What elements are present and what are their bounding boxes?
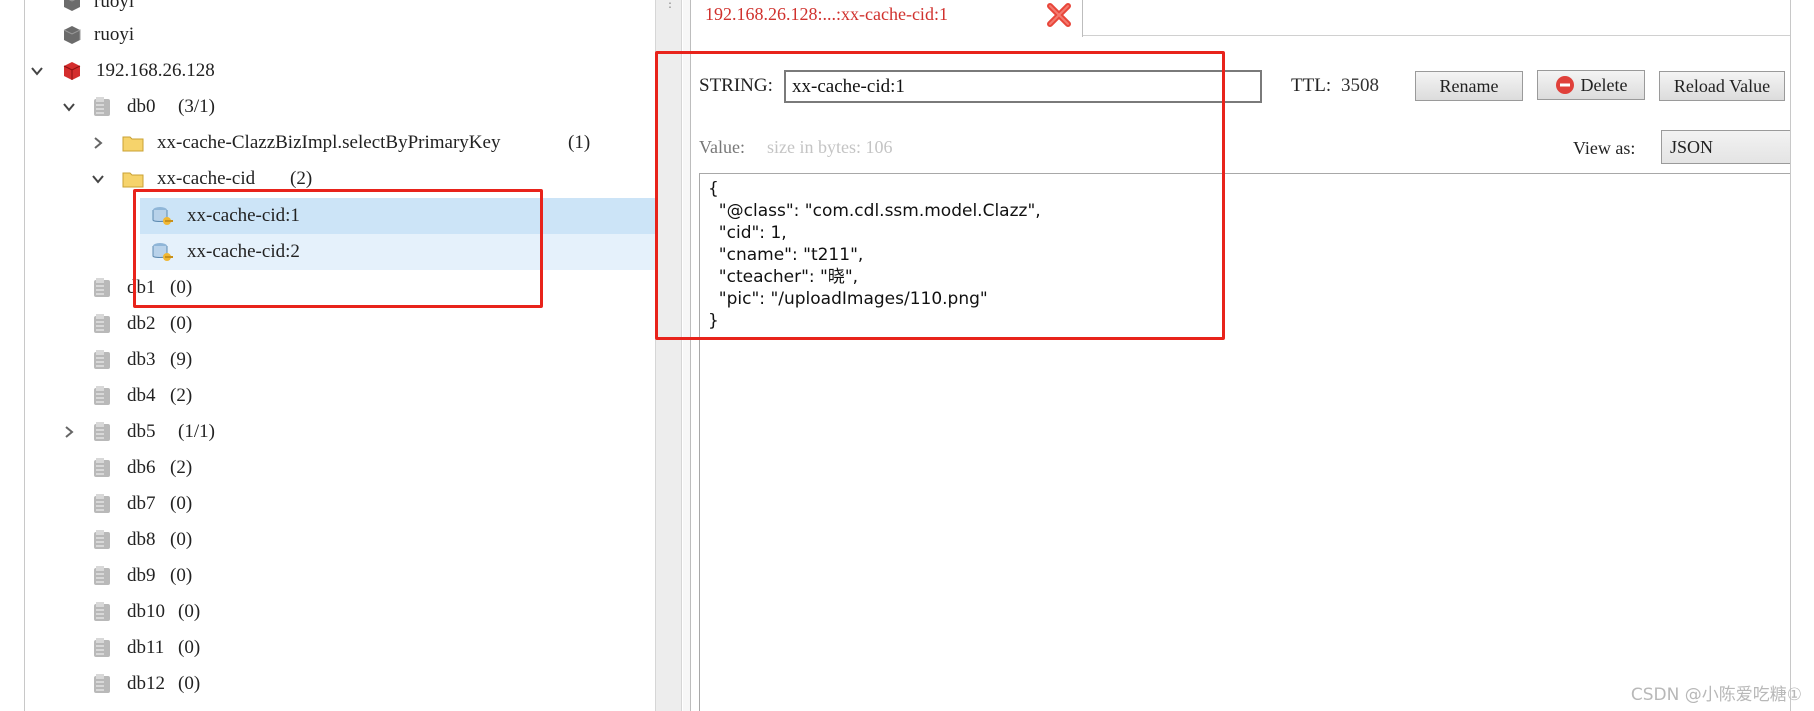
watermark: CSDN @小陈爱吃糖①	[1630, 685, 1802, 705]
database-icon	[94, 278, 110, 297]
server-icon	[63, 26, 81, 44]
tree-item-count: (3/1)	[178, 96, 215, 117]
tree-item-count: (0)	[170, 529, 193, 550]
tree-item-label: db4	[127, 385, 156, 406]
tree-item-label: db5	[127, 421, 156, 442]
delete-icon	[1555, 76, 1574, 94]
chevron-down-icon[interactable]	[60, 98, 78, 116]
right-edge-panel	[1790, 0, 1814, 711]
ttl-value: 3508	[1341, 75, 1379, 96]
tree-item-db9[interactable]: db9 (0)	[0, 558, 655, 594]
tab-title: 192.168.26.128:...:xx-cache-cid:1	[705, 4, 948, 24]
database-icon	[94, 386, 110, 405]
tree-item-count: (0)	[178, 601, 201, 622]
tree-item-count: (0)	[170, 493, 193, 514]
tree-item-server[interactable]: 192.168.26.128	[0, 53, 655, 89]
tree-item-label: db2	[127, 313, 156, 334]
tree-item-label: db6	[127, 457, 156, 478]
tree-item-label: db9	[127, 565, 156, 586]
highlight-box-keys	[133, 189, 543, 308]
tree-item-db10[interactable]: db10 (0)	[0, 594, 655, 630]
tree-item-count: (0)	[170, 565, 193, 586]
rename-button-label: Rename	[1439, 75, 1499, 96]
chevron-down-icon[interactable]	[89, 170, 107, 188]
view-as-value: JSON	[1670, 136, 1714, 157]
tree-item-ruoyi[interactable]: ruoyi	[0, 17, 655, 53]
tree-item-count: (0)	[178, 673, 201, 694]
tree-item-db4[interactable]: db4 (2)	[0, 378, 655, 414]
reload-button-label: Reload Value	[1673, 75, 1771, 96]
database-icon	[94, 97, 110, 116]
chevron-right-icon[interactable]	[89, 134, 107, 152]
tree-item-label: 192.168.26.128	[96, 60, 215, 81]
tree-item-count: (1)	[568, 132, 591, 153]
key-editor: STRING: TTL: 3508 Rename Delete Reload V…	[655, 37, 1801, 711]
tree-item-label: db8	[127, 529, 156, 550]
tree-item-db5[interactable]: db5 (1/1)	[0, 414, 655, 450]
rename-button[interactable]: Rename	[1415, 71, 1523, 101]
tree-item-label: db12	[127, 673, 165, 694]
highlight-box-value	[655, 51, 1225, 340]
database-icon	[94, 674, 110, 693]
database-icon	[94, 458, 110, 477]
tree-item-count: (0)	[178, 637, 201, 658]
tree-item-db11[interactable]: db11 (0)	[0, 630, 655, 666]
close-icon[interactable]	[1045, 1, 1073, 29]
ttl-label: TTL:	[1291, 75, 1332, 96]
delete-button[interactable]: Delete	[1537, 70, 1645, 100]
tree-item-label: ruoyi	[94, 24, 135, 45]
tree-item-db7[interactable]: db7 (0)	[0, 486, 655, 522]
tree-item-label: xx-cache-ClazzBizImpl.selectByPrimaryKey	[157, 132, 501, 153]
redis-server-icon	[63, 62, 81, 80]
server-icon	[64, 0, 80, 11]
folder-icon	[122, 136, 144, 152]
tree-item-namespace[interactable]: xx-cache-ClazzBizImpl.selectByPrimaryKey…	[0, 125, 655, 161]
tree-item-db3[interactable]: db3 (9)	[0, 342, 655, 378]
tree-item-count: (2)	[170, 457, 193, 478]
tree-item-db12[interactable]: db12 (0)	[0, 666, 655, 702]
database-icon	[94, 422, 110, 441]
folder-icon	[122, 172, 144, 188]
tree-item-label: db7	[127, 493, 156, 514]
tree-item-label: xx-cache-cid	[157, 168, 256, 189]
tree-item-count: (9)	[170, 349, 193, 370]
tree-item-count: (1/1)	[178, 421, 215, 442]
delete-button-label: Delete	[1580, 74, 1628, 95]
view-as-label: View as:	[1573, 138, 1636, 158]
tree-item-count: (2)	[170, 385, 193, 406]
chevron-right-icon[interactable]	[60, 423, 78, 441]
tree-item-count: (0)	[170, 313, 193, 334]
tree-item-db8[interactable]: db8 (0)	[0, 522, 655, 558]
tree-item-label: ruoyi	[94, 0, 135, 12]
tree-item-db6[interactable]: db6 (2)	[0, 450, 655, 486]
chevron-down-icon[interactable]	[28, 62, 46, 80]
database-icon	[94, 530, 110, 549]
tree-item-label: db0	[127, 96, 156, 117]
database-icon	[94, 566, 110, 585]
tab-bar: 192.168.26.128:...:xx-cache-cid:1	[691, 0, 1814, 37]
reload-value-button[interactable]: Reload Value	[1659, 71, 1785, 101]
tree-item-count: (2)	[290, 168, 313, 189]
database-icon	[94, 494, 110, 513]
tree-item-label: db10	[127, 601, 165, 622]
tree-item-label: db3	[127, 349, 156, 370]
tree-item-db2[interactable]: db2 (0)	[0, 306, 655, 342]
database-icon	[94, 602, 110, 621]
view-as-select[interactable]: JSON	[1661, 130, 1801, 164]
database-icon	[94, 638, 110, 657]
connection-tree: ruoyi ruoyi 192.168.26.128 db0 (3/1) xx-…	[0, 0, 655, 711]
tree-item-label: db11	[127, 637, 165, 658]
database-icon	[94, 314, 110, 333]
database-icon	[94, 350, 110, 369]
tab-key-view[interactable]: 192.168.26.128:...:xx-cache-cid:1	[691, 0, 1083, 37]
tree-item-db0[interactable]: db0 (3/1)	[0, 89, 655, 125]
